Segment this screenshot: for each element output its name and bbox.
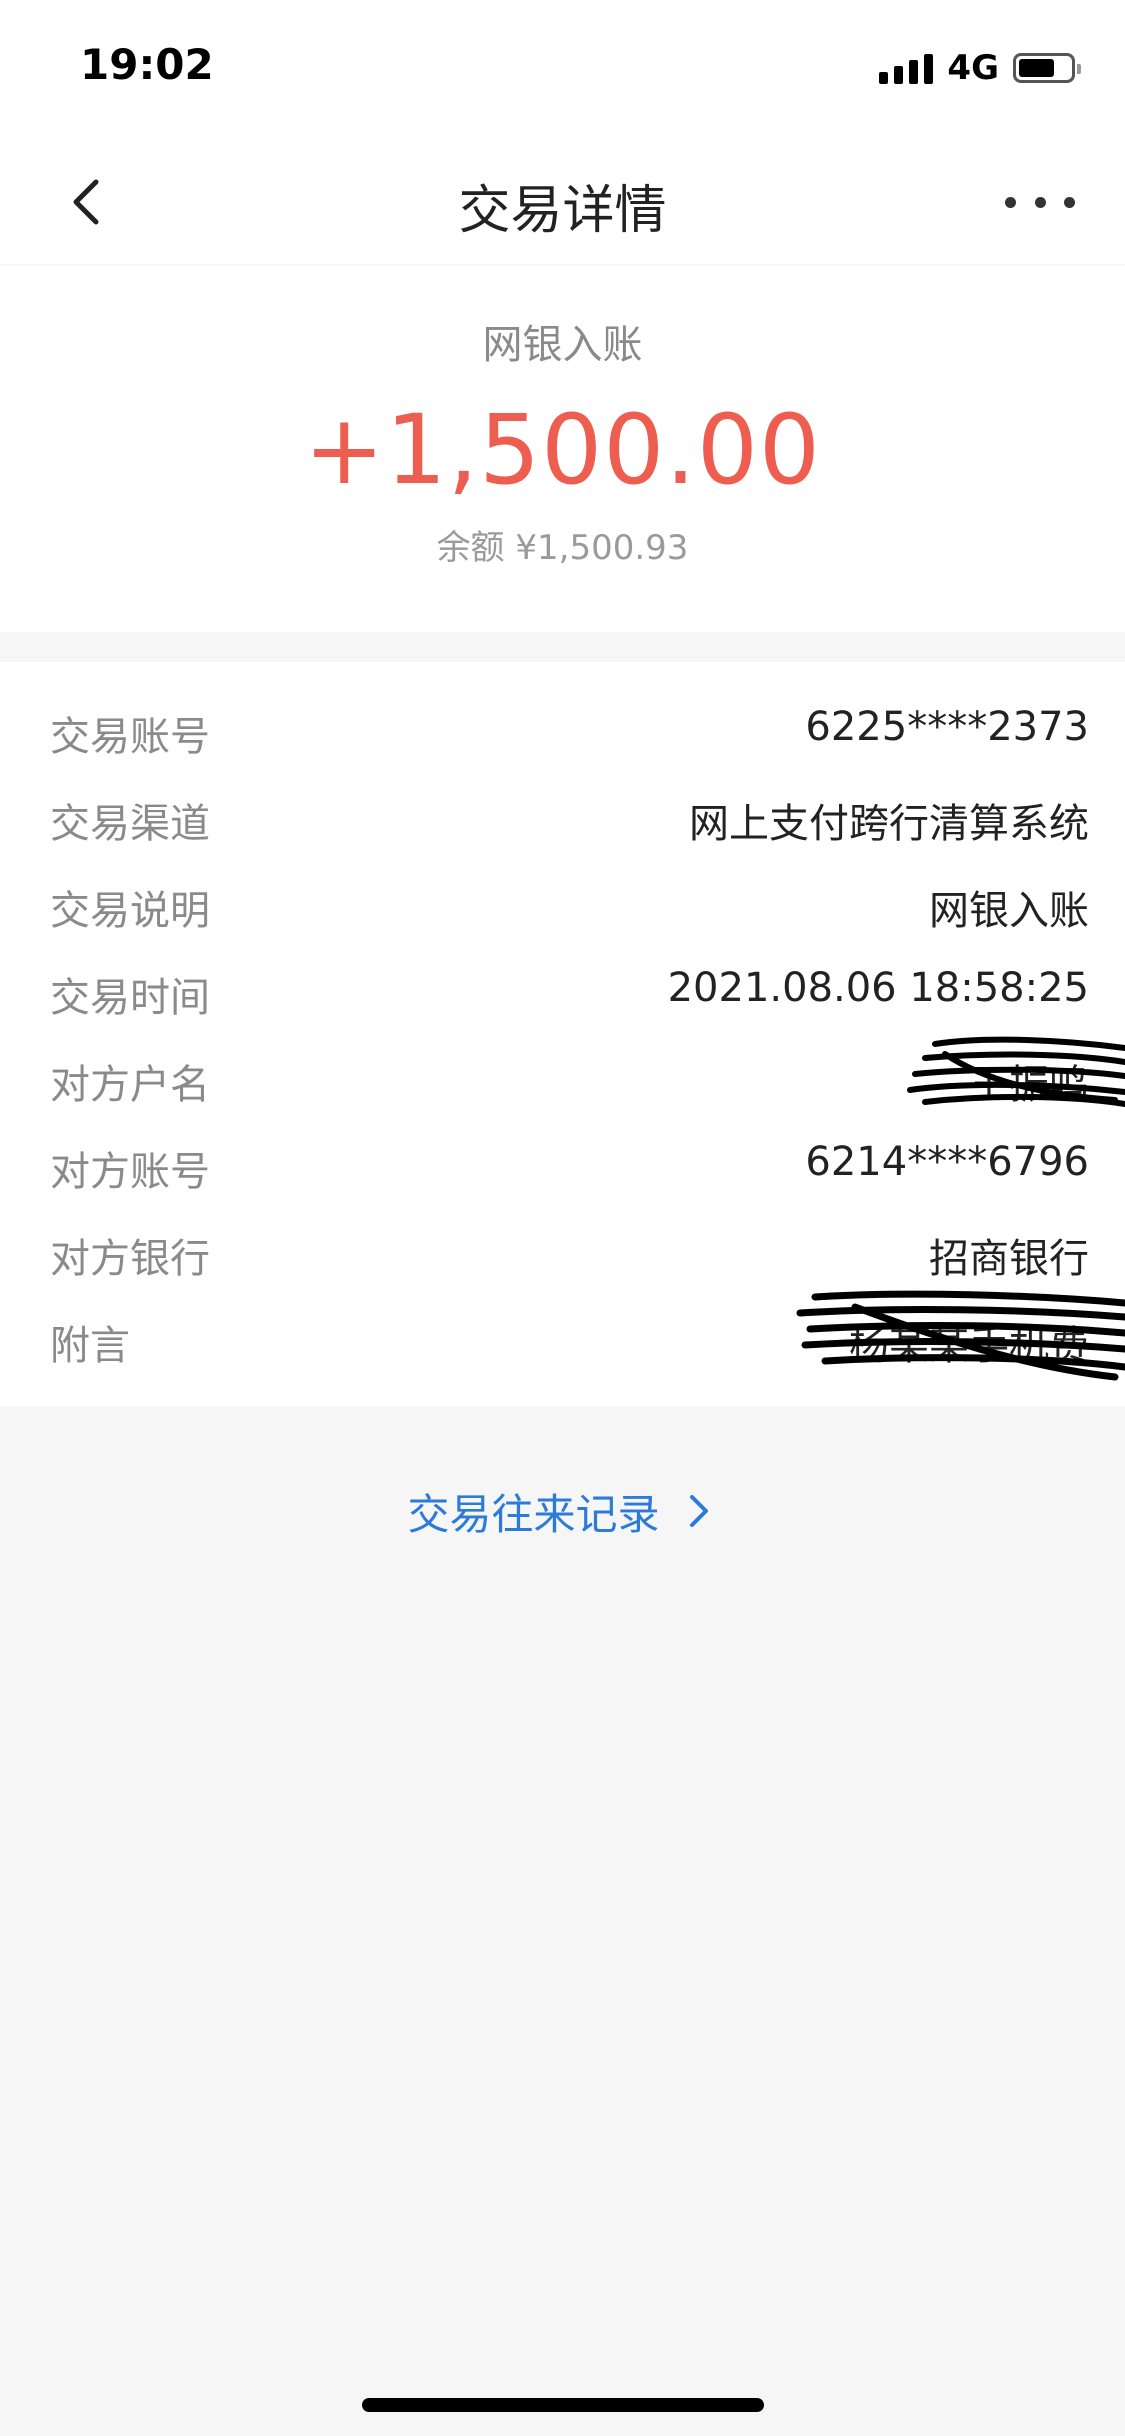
battery-tip bbox=[1077, 64, 1081, 74]
page-title: 交易详情 bbox=[458, 181, 667, 241]
transaction-type: 网银入账 bbox=[482, 322, 643, 368]
more-dots-icon[interactable] bbox=[1005, 184, 1075, 220]
detail-value: 招商银行 bbox=[929, 1236, 1089, 1282]
status-bar: 19:02 4G bbox=[0, 0, 1125, 140]
detail-row-remark: 附言 杨某某手机费 bbox=[0, 1290, 1125, 1382]
home-indicator[interactable] bbox=[362, 2398, 764, 2412]
transaction-records-link[interactable]: 交易往来记录 bbox=[0, 1476, 1125, 1546]
detail-row-counterparty-name: 对方户名 王振鸣 bbox=[0, 1034, 1125, 1121]
status-indicators: 4G bbox=[879, 46, 1081, 90]
detail-row-description: 交易说明 网银入账 bbox=[0, 860, 1125, 947]
transaction-details: 交易账号 6225****2373 交易渠道 网上支付跨行清算系统 交易说明 网… bbox=[0, 662, 1125, 1406]
detail-value: 杨某某手机费 bbox=[849, 1323, 1089, 1369]
detail-row-account: 交易账号 6225****2373 bbox=[0, 686, 1125, 773]
status-time: 19:02 bbox=[80, 40, 214, 89]
detail-row-time: 交易时间 2021.08.06 18:58:25 bbox=[0, 947, 1125, 1034]
account-balance: 余额 ¥1,500.93 bbox=[436, 528, 689, 568]
detail-label: 对方银行 bbox=[50, 1236, 210, 1282]
detail-value: 2021.08.06 18:58:25 bbox=[667, 965, 1089, 1011]
battery-fill bbox=[1019, 59, 1054, 77]
detail-row-counterparty-account: 对方账号 6214****6796 bbox=[0, 1121, 1125, 1208]
detail-label: 交易时间 bbox=[50, 975, 210, 1021]
chevron-right-icon[interactable] bbox=[678, 1491, 718, 1531]
detail-value: 6214****6796 bbox=[805, 1139, 1089, 1185]
nav-bar: 交易详情 bbox=[0, 140, 1125, 264]
detail-label: 附言 bbox=[50, 1323, 130, 1369]
detail-label: 交易账号 bbox=[50, 714, 210, 760]
detail-label: 交易渠道 bbox=[50, 801, 210, 847]
detail-label: 对方户名 bbox=[50, 1062, 210, 1108]
detail-label: 交易说明 bbox=[50, 888, 210, 934]
transaction-summary: 网银入账 +1,500.00 余额 ¥1,500.93 bbox=[0, 266, 1125, 632]
records-link-label[interactable]: 交易往来记录 bbox=[407, 1481, 659, 1542]
signal-icon bbox=[879, 52, 934, 84]
detail-row-channel: 交易渠道 网上支付跨行清算系统 bbox=[0, 773, 1125, 860]
detail-value: 6225****2373 bbox=[805, 704, 1089, 750]
transaction-amount: +1,500.00 bbox=[304, 394, 821, 506]
network-type: 4G bbox=[947, 48, 999, 88]
detail-label: 对方账号 bbox=[50, 1149, 210, 1195]
detail-row-counterparty-bank: 对方银行 招商银行 bbox=[0, 1208, 1125, 1295]
battery-icon bbox=[1013, 53, 1081, 83]
detail-value: 网上支付跨行清算系统 bbox=[689, 801, 1089, 847]
detail-value: 网银入账 bbox=[929, 888, 1089, 934]
detail-value: 王振鸣 bbox=[969, 1062, 1089, 1108]
